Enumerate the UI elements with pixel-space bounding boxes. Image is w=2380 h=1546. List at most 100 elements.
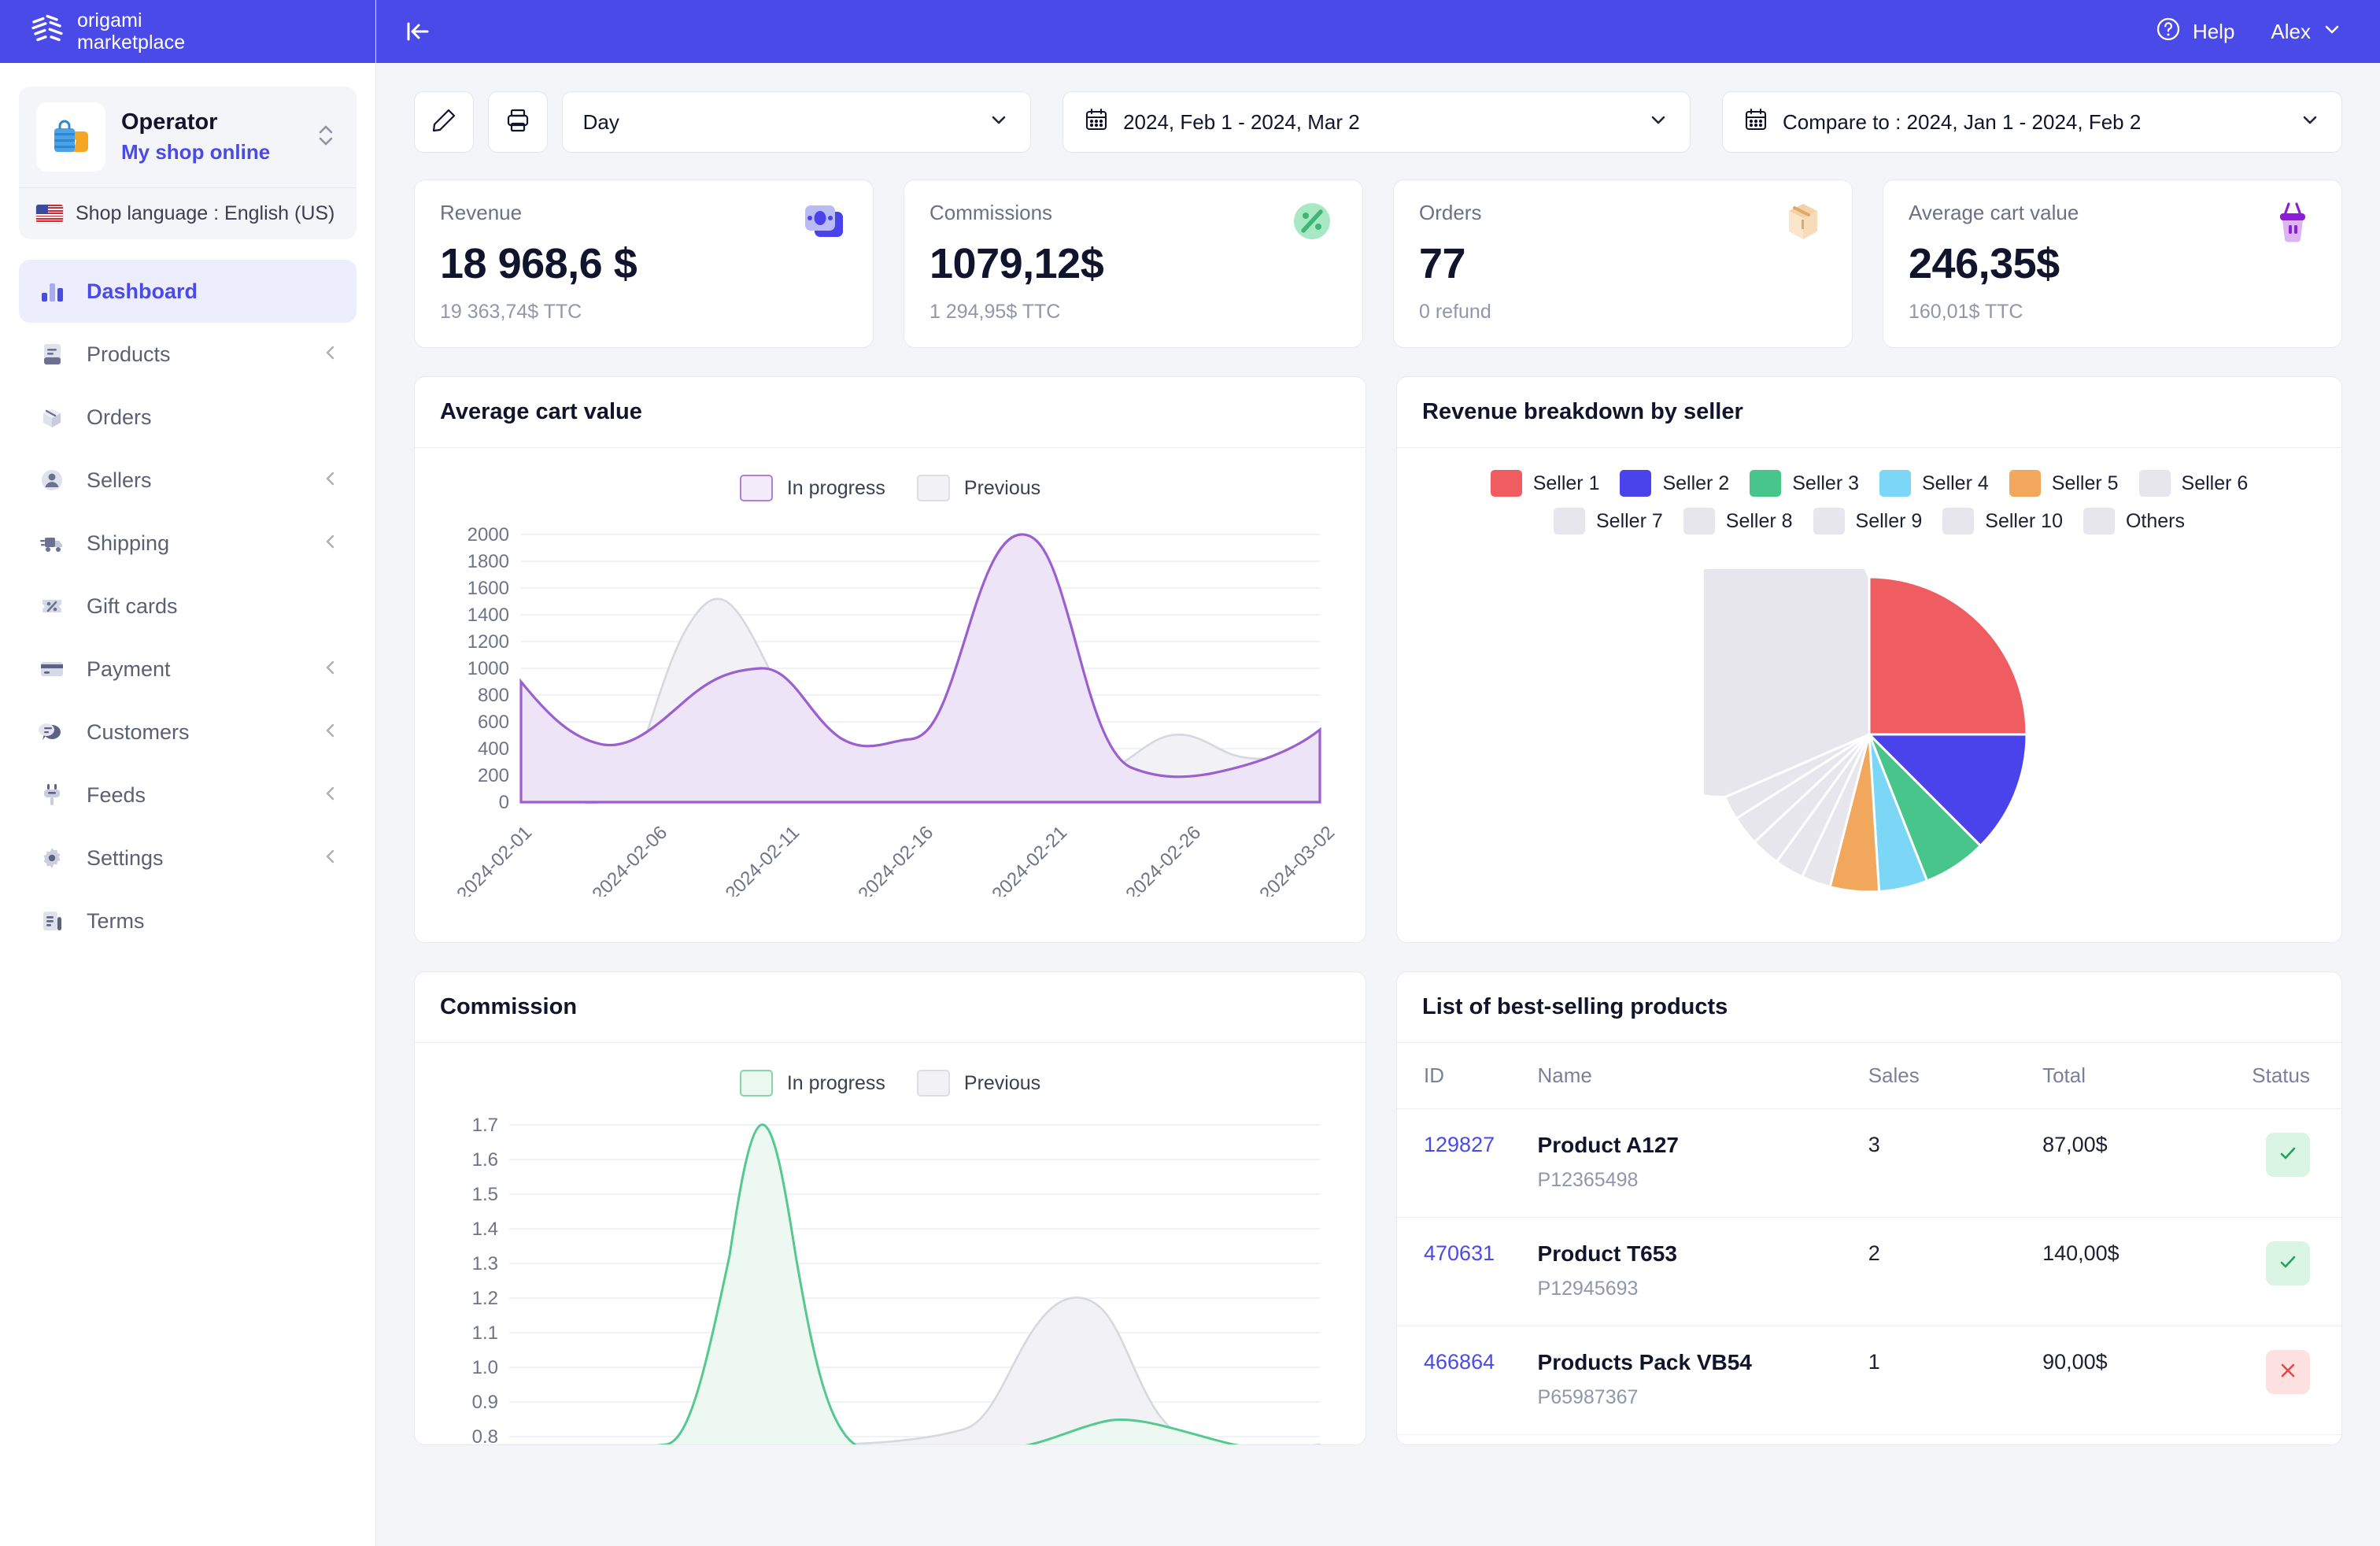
sidebar-item-gift-cards[interactable]: Gift cards bbox=[19, 575, 357, 638]
help-button[interactable]: Help bbox=[2155, 16, 2234, 48]
legend-swatch bbox=[1750, 470, 1782, 497]
svg-text:1.5: 1.5 bbox=[472, 1184, 498, 1205]
chevron-left-icon[interactable] bbox=[322, 342, 339, 367]
sidebar-item-orders[interactable]: Orders bbox=[19, 386, 357, 449]
chat-bubble-icon bbox=[36, 716, 68, 748]
compare-range-select[interactable]: Compare to : 2024, Jan 1 - 2024, Feb 2 bbox=[1722, 91, 2342, 153]
legend-item-seller-2[interactable]: Seller 2 bbox=[1620, 470, 1729, 497]
sidebar-item-shipping[interactable]: Shipping bbox=[19, 512, 357, 575]
legend-item-seller-10[interactable]: Seller 10 bbox=[1942, 508, 2063, 534]
legend-item-seller-4[interactable]: Seller 4 bbox=[1879, 470, 1989, 497]
product-id-link[interactable]: 129827 bbox=[1424, 1133, 1495, 1156]
chevron-up-down-icon[interactable] bbox=[316, 122, 339, 153]
svg-text:1000: 1000 bbox=[468, 658, 509, 679]
column-header-status[interactable]: Status bbox=[2223, 1043, 2341, 1109]
origami-logo-icon bbox=[30, 13, 66, 50]
granularity-select[interactable]: Day bbox=[561, 91, 1032, 153]
legend-label: Seller 4 bbox=[1922, 472, 1989, 494]
bar-chart-icon bbox=[36, 276, 68, 307]
column-header-id[interactable]: ID bbox=[1397, 1043, 1538, 1109]
shopping-bag-icon bbox=[36, 102, 105, 172]
product-id-link[interactable]: 470631 bbox=[1424, 1241, 1495, 1265]
product-total: 140,00$ bbox=[2042, 1241, 2119, 1265]
sidebar: origami marketplace Operator My shop onl… bbox=[0, 0, 376, 1546]
status-badge bbox=[2266, 1350, 2310, 1394]
column-header-total[interactable]: Total bbox=[2042, 1043, 2223, 1109]
legend-item-previous[interactable]: Previous bbox=[916, 1070, 1040, 1097]
percent-tag-icon bbox=[36, 590, 68, 622]
shop-title: Operator bbox=[121, 109, 218, 135]
sidebar-item-label: Products bbox=[87, 342, 171, 366]
user-menu[interactable]: Alex bbox=[2271, 19, 2342, 45]
legend-swatch bbox=[1490, 470, 1522, 497]
product-total: 87,00$ bbox=[2042, 1133, 2108, 1156]
product-name: Product T653 bbox=[1537, 1241, 1677, 1266]
table-row[interactable]: 466864 Products Pack VB54 P65987367 1 90… bbox=[1397, 1326, 2341, 1435]
legend-item-in-progress[interactable]: In progress bbox=[739, 475, 885, 501]
pie-svg bbox=[1704, 569, 2028, 893]
column-header-name[interactable]: Name bbox=[1537, 1043, 1868, 1109]
legend-item-seller-3[interactable]: Seller 3 bbox=[1750, 470, 1859, 497]
kpi-value: 1079,12$ bbox=[929, 240, 1104, 287]
chevron-left-icon[interactable] bbox=[322, 657, 339, 682]
charts-row-1: Average cart value In progress Previous bbox=[414, 376, 2342, 943]
chevron-left-icon[interactable] bbox=[322, 783, 339, 808]
legend-item-seller-9[interactable]: Seller 9 bbox=[1813, 508, 1922, 534]
legend-item-seller-7[interactable]: Seller 7 bbox=[1554, 508, 1663, 534]
table-row[interactable]: 129827 Product A127 P12365498 3 87,00$ bbox=[1397, 1108, 2341, 1218]
sidebar-item-payment[interactable]: Payment bbox=[19, 638, 357, 701]
legend-item-seller-5[interactable]: Seller 5 bbox=[2009, 470, 2119, 497]
legend-item-in-progress[interactable]: In progress bbox=[739, 1070, 885, 1097]
brand-logo[interactable]: origami marketplace bbox=[30, 9, 185, 54]
legend-item-others[interactable]: Others bbox=[2082, 508, 2185, 534]
print-button[interactable] bbox=[487, 91, 548, 153]
sidebar-item-label: Payment bbox=[87, 656, 171, 681]
table-row[interactable]: 470631 Product T653 P12945693 2 140,00$ bbox=[1397, 1217, 2341, 1326]
compare-range-value: Compare to : 2024, Jan 1 - 2024, Feb 2 bbox=[1783, 109, 2142, 134]
svg-text:1.4: 1.4 bbox=[472, 1219, 498, 1240]
chevron-left-icon[interactable] bbox=[322, 468, 339, 493]
book-icon bbox=[36, 338, 68, 370]
sidebar-item-feeds[interactable]: Feeds bbox=[19, 764, 357, 827]
panel-title: Revenue breakdown by seller bbox=[1397, 377, 2341, 448]
collapse-sidebar-icon[interactable] bbox=[401, 15, 434, 48]
panel-title: List of best-selling products bbox=[1397, 972, 2341, 1043]
shop-language-row[interactable]: Shop language : English (US) bbox=[19, 187, 357, 239]
sidebar-item-settings[interactable]: Settings bbox=[19, 827, 357, 890]
legend-item-seller-1[interactable]: Seller 1 bbox=[1490, 470, 1600, 497]
money-stack-icon bbox=[799, 201, 849, 245]
legend-swatch bbox=[916, 1070, 950, 1097]
legend-item-seller-8[interactable]: Seller 8 bbox=[1683, 508, 1793, 534]
legend-label: Seller 8 bbox=[1725, 509, 1793, 532]
product-id-link[interactable]: 466864 bbox=[1424, 1350, 1495, 1374]
granularity-value: Day bbox=[582, 109, 619, 134]
average-cart-value-panel: Average cart value In progress Previous bbox=[414, 376, 1366, 943]
chevron-left-icon[interactable] bbox=[322, 531, 339, 556]
chevron-left-icon[interactable] bbox=[322, 846, 339, 871]
svg-text:2024-02-26: 2024-02-26 bbox=[1122, 822, 1205, 897]
svg-text:400: 400 bbox=[478, 738, 509, 760]
kpi-sub: 160,01$ TTC bbox=[1909, 301, 2023, 323]
sidebar-item-sellers[interactable]: Sellers bbox=[19, 449, 357, 512]
dashboard-content: Day 2024, Feb 1 - 2024, Mar 2 Compare to… bbox=[376, 63, 2380, 1546]
date-range-select[interactable]: 2024, Feb 1 - 2024, Mar 2 bbox=[1062, 91, 1691, 153]
legend-item-previous[interactable]: Previous bbox=[916, 475, 1040, 501]
avg-cart-svg: 2000 1800 1600 1400 1200 1000 800 600 40… bbox=[453, 524, 1339, 897]
shop-subtitle: My shop online bbox=[121, 139, 271, 164]
sidebar-item-dashboard[interactable]: Dashboard bbox=[19, 260, 357, 323]
legend-label: Seller 1 bbox=[1532, 472, 1600, 494]
sidebar-item-products[interactable]: Products bbox=[19, 323, 357, 386]
edit-button[interactable] bbox=[414, 91, 474, 153]
sidebar-item-customers[interactable]: Customers bbox=[19, 701, 357, 764]
average-cart-value-chart: In progress Previous 2000 1800 1600 1400… bbox=[415, 448, 1366, 897]
legend-swatch bbox=[916, 475, 950, 501]
gear-icon bbox=[36, 842, 68, 874]
sidebar-item-terms[interactable]: Terms bbox=[19, 890, 357, 952]
legend-item-seller-6[interactable]: Seller 6 bbox=[2138, 470, 2248, 497]
chevron-left-icon[interactable] bbox=[322, 720, 339, 745]
shop-switcher[interactable]: Operator My shop online bbox=[19, 87, 357, 187]
kpi-value: 246,35$ bbox=[1909, 240, 2060, 287]
pie-legend: Seller 1 Seller 2 Seller 3 Seller 4 Sell… bbox=[1397, 448, 2341, 553]
svg-text:0: 0 bbox=[499, 792, 509, 813]
column-header-sales[interactable]: Sales bbox=[1868, 1043, 2043, 1109]
